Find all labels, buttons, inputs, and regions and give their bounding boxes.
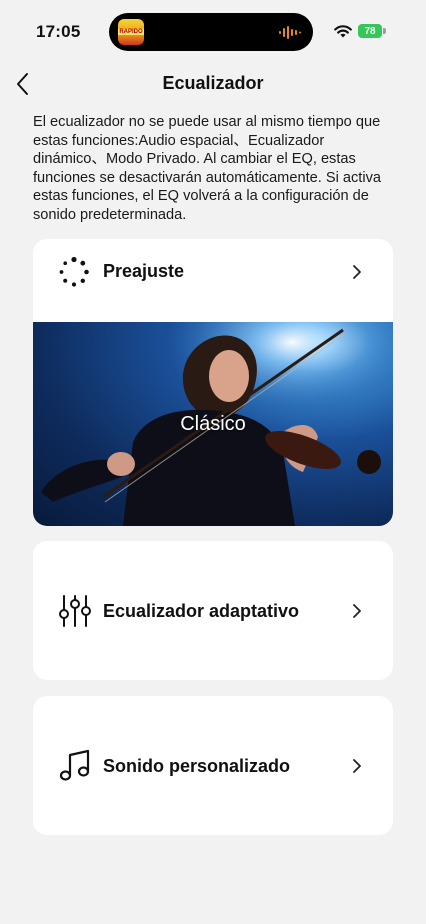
preset-banner-classical[interactable]: Clásico [33,322,393,526]
wifi-icon [334,25,352,38]
status-bar: 17:05 RAPIDO 78 [0,0,426,62]
adaptive-eq-card: Ecualizador adaptativo [33,541,393,680]
custom-sound-label: Sonido personalizado [103,756,291,776]
island-app-text: RAPIDO [118,29,144,35]
battery-cap [383,28,386,34]
music-note-icon [59,749,90,781]
adaptive-eq-row[interactable]: Ecualizador adaptativo [33,541,393,680]
sliders-icon [59,595,91,627]
battery-level: 78 [358,24,382,38]
loading-dots-icon [59,256,89,287]
dynamic-island[interactable]: RAPIDO [109,13,313,51]
nav-header: Ecualizador [0,62,426,106]
chevron-right-icon [353,604,361,618]
preset-label: Preajuste [103,261,185,281]
preset-card: Preajuste Clásico [33,239,393,526]
preset-selected-name: Clásico [180,413,246,435]
preset-row[interactable]: Preajuste [33,239,393,305]
island-app-icon: RAPIDO [118,19,144,45]
audio-wave-icon [279,26,301,39]
adaptive-eq-label: Ecualizador adaptativo [103,601,300,621]
status-time: 17:05 [36,22,81,41]
custom-sound-row[interactable]: Sonido personalizado [33,696,393,835]
custom-sound-card: Sonido personalizado [33,696,393,835]
chevron-right-icon [353,759,361,773]
chevron-right-icon [353,265,361,279]
page-title: Ecualizador [162,73,264,93]
eq-notice-text: El ecualizador no se puede usar al mismo… [33,114,382,223]
